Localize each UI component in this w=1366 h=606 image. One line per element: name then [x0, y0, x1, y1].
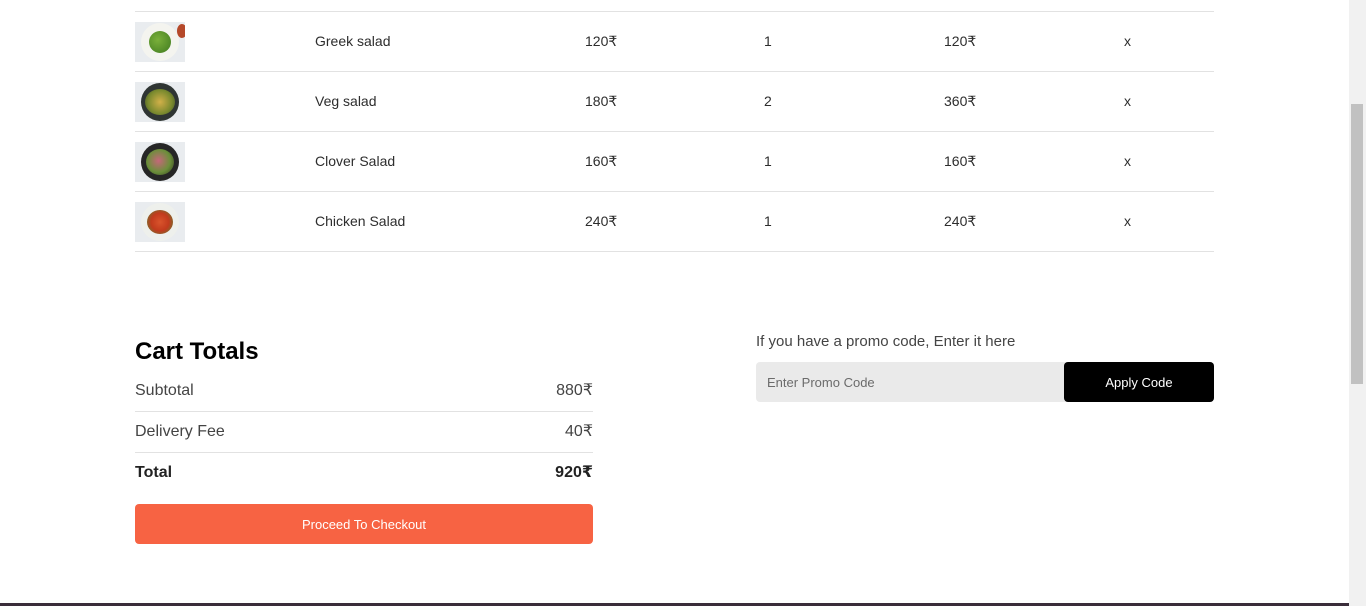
total-row: Total 920₹ — [135, 453, 593, 493]
cart-page: Greek salad 120₹ 1 120₹ x Veg salad 180₹… — [0, 0, 1366, 606]
item-quantity: 1 — [764, 33, 772, 49]
item-price: 240₹ — [585, 213, 618, 229]
cart-item-row: Veg salad 180₹ 2 360₹ x — [135, 72, 1214, 132]
item-price: 180₹ — [585, 93, 618, 109]
item-quantity: 1 — [764, 213, 772, 229]
item-name: Clover Salad — [315, 153, 396, 169]
remove-item-button[interactable]: x — [1124, 192, 1131, 251]
subtotal-row: Subtotal 880₹ — [135, 371, 593, 412]
apply-code-button[interactable]: Apply Code — [1064, 362, 1214, 402]
cart-items-table: Greek salad 120₹ 1 120₹ x Veg salad 180₹… — [135, 11, 1214, 252]
cart-totals: Cart Totals Subtotal 880₹ Delivery Fee 4… — [135, 330, 593, 544]
item-price: 120₹ — [585, 33, 618, 49]
scrollbar-thumb[interactable] — [1351, 104, 1363, 384]
item-total: 160₹ — [944, 153, 977, 169]
item-quantity: 2 — [764, 93, 772, 109]
item-name: Chicken Salad — [315, 213, 406, 229]
delivery-fee-row: Delivery Fee 40₹ — [135, 412, 593, 453]
remove-item-button[interactable]: x — [1124, 12, 1131, 71]
cart-item-row: Clover Salad 160₹ 1 160₹ x — [135, 132, 1214, 192]
item-price: 160₹ — [585, 153, 618, 169]
veg-salad-image — [135, 82, 185, 122]
item-quantity: 1 — [764, 153, 772, 169]
promo-code-section: If you have a promo code, Enter it here … — [756, 330, 1214, 402]
cart-totals-title: Cart Totals — [135, 338, 259, 365]
total-label: Total — [135, 464, 173, 481]
remove-item-button[interactable]: x — [1124, 132, 1131, 191]
delivery-fee-label: Delivery Fee — [135, 423, 225, 440]
cart-item-row: Greek salad 120₹ 1 120₹ x — [135, 12, 1214, 72]
clover-salad-image — [135, 142, 185, 182]
proceed-to-checkout-button[interactable]: Proceed To Checkout — [135, 504, 593, 544]
promo-code-prompt: If you have a promo code, Enter it here — [756, 333, 1016, 350]
remove-item-button[interactable]: x — [1124, 72, 1131, 131]
delivery-fee-value: 40₹ — [565, 423, 593, 440]
promo-code-box: Apply Code — [756, 362, 1214, 402]
promo-code-input[interactable] — [756, 362, 1064, 402]
chicken-salad-image — [135, 202, 185, 242]
total-value: 920₹ — [555, 464, 593, 481]
item-total: 240₹ — [944, 213, 977, 229]
vertical-scrollbar[interactable] — [1349, 0, 1366, 606]
item-name: Veg salad — [315, 93, 377, 109]
greek-salad-image — [135, 22, 185, 62]
item-total: 120₹ — [944, 33, 977, 49]
cart-item-row: Chicken Salad 240₹ 1 240₹ x — [135, 192, 1214, 252]
item-name: Greek salad — [315, 33, 391, 49]
subtotal-label: Subtotal — [135, 382, 194, 399]
subtotal-value: 880₹ — [556, 382, 593, 399]
item-total: 360₹ — [944, 93, 977, 109]
